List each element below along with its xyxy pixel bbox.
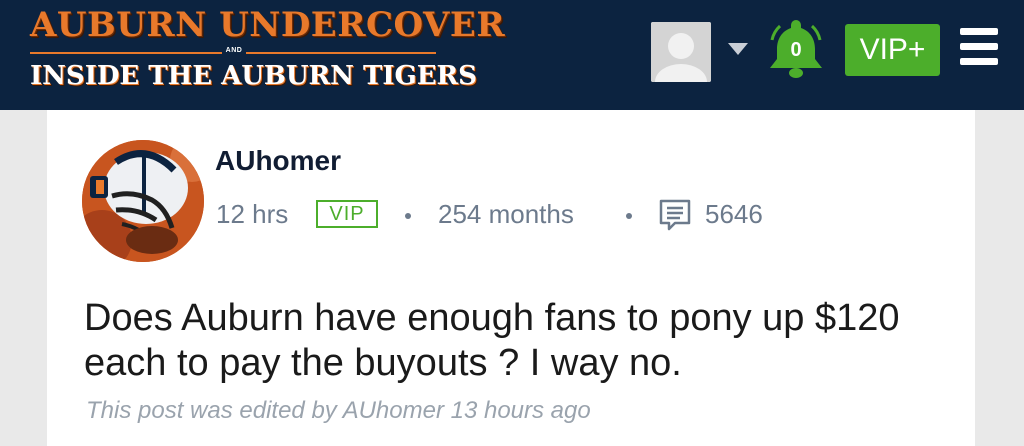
logo-rule-left <box>30 52 222 54</box>
comment-icon <box>658 198 692 237</box>
vip-badge: VIP <box>316 200 378 228</box>
post-author-avatar[interactable] <box>82 140 204 262</box>
edited-note: This post was edited by AUhomer 13 hours… <box>86 397 591 424</box>
post-author-username[interactable]: AUhomer <box>215 144 341 178</box>
default-avatar-icon <box>651 22 711 82</box>
chevron-down-icon[interactable] <box>728 42 748 60</box>
logo-line1: AUBURN UNDERCOVER <box>30 5 506 45</box>
post-count: 5646 <box>705 199 763 229</box>
menu-icon[interactable] <box>960 28 998 66</box>
top-navbar: AUBURN UNDERCOVER AND INSIDE THE AUBURN … <box>0 0 1024 110</box>
vip-plus-button[interactable]: VIP+ <box>845 24 940 76</box>
post-time: 12 hrs <box>216 199 289 229</box>
logo-and: AND <box>225 47 243 54</box>
post-body: Does Auburn have enough fans to pony up … <box>84 297 900 384</box>
separator-dot <box>626 213 632 219</box>
site-logo[interactable]: AUBURN UNDERCOVER AND INSIDE THE AUBURN … <box>30 5 506 96</box>
logo-line2: INSIDE THE AUBURN TIGERS <box>30 61 477 91</box>
membership-length: 254 months <box>438 199 574 229</box>
notifications-button[interactable]: 0 <box>770 20 822 78</box>
football-helmet-image <box>82 140 204 262</box>
logo-rule-right <box>246 52 436 54</box>
separator-dot <box>405 213 411 219</box>
notification-count: 0 <box>790 39 802 61</box>
user-avatar[interactable] <box>651 22 711 82</box>
